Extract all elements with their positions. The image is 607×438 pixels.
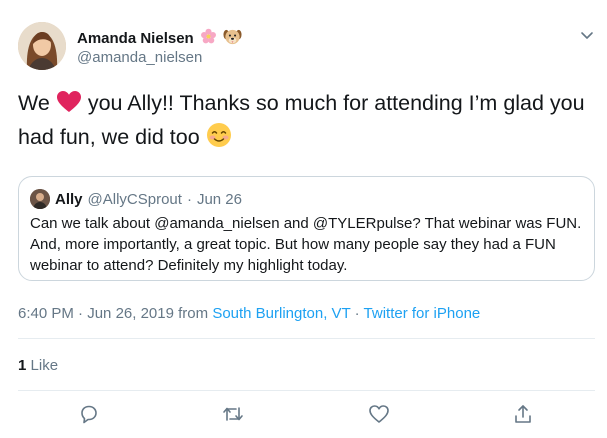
cherry-blossom-icon	[200, 28, 217, 49]
divider	[18, 390, 595, 391]
reply-icon[interactable]	[75, 400, 103, 428]
tweet-card: Amanda Nielsen @amanda_nielsen We you Al…	[0, 0, 607, 438]
dog-face-icon	[223, 27, 242, 50]
meta-separator-2: ·	[354, 305, 360, 322]
quoted-author-handle[interactable]: @AllyCSprout	[88, 191, 182, 208]
quoted-tweet-text: Can we talk about @amanda_nielsen and @T…	[30, 215, 582, 274]
quoted-tweet-header: Ally @AllyCSprout · Jun 26	[30, 189, 242, 209]
red-heart-icon	[56, 90, 82, 122]
share-icon[interactable]	[509, 400, 537, 428]
divider	[18, 338, 595, 339]
quoted-author-name[interactable]: Ally	[55, 191, 83, 208]
likes-number: 1	[18, 357, 27, 374]
quoted-date[interactable]: Jun 26	[197, 191, 242, 208]
avatar-image	[18, 22, 66, 70]
author-name-row: Amanda Nielsen	[77, 27, 242, 50]
author-handle[interactable]: @amanda_nielsen	[77, 49, 202, 66]
retweet-icon[interactable]	[219, 400, 247, 428]
tweet-source-link[interactable]: Twitter for iPhone	[364, 305, 481, 322]
meta-separator: ·	[78, 305, 84, 322]
tweet-location-link[interactable]: South Burlington, VT	[212, 305, 350, 322]
tweet-text-part1: We	[18, 91, 50, 115]
tweet-time[interactable]: 6:40 PM	[18, 305, 74, 322]
meta-from: from	[178, 305, 209, 322]
quoted-tweet[interactable]: Ally @AllyCSprout · Jun 26 Can we talk a…	[18, 176, 595, 281]
tweet-date[interactable]: Jun 26, 2019	[87, 305, 174, 322]
smiling-face-icon	[206, 122, 232, 156]
likes-label: Like	[30, 357, 59, 374]
quoted-separator: ·	[186, 190, 192, 208]
likes-count[interactable]: 1 Like	[18, 357, 58, 374]
tweet-actions	[0, 400, 607, 428]
quoted-author-avatar[interactable]	[30, 189, 50, 209]
author-avatar[interactable]	[18, 22, 66, 70]
tweet-text: We you Ally!! Thanks so much for attendi…	[18, 88, 588, 156]
tweet-meta: 6:40 PM · Jun 26, 2019 from South Burlin…	[18, 305, 480, 322]
tweet-text-part2: you Ally!! Thanks so much for attending …	[18, 91, 585, 149]
author-name[interactable]: Amanda Nielsen	[77, 30, 194, 47]
like-icon[interactable]	[365, 400, 393, 428]
chevron-down-icon[interactable]	[578, 26, 596, 44]
